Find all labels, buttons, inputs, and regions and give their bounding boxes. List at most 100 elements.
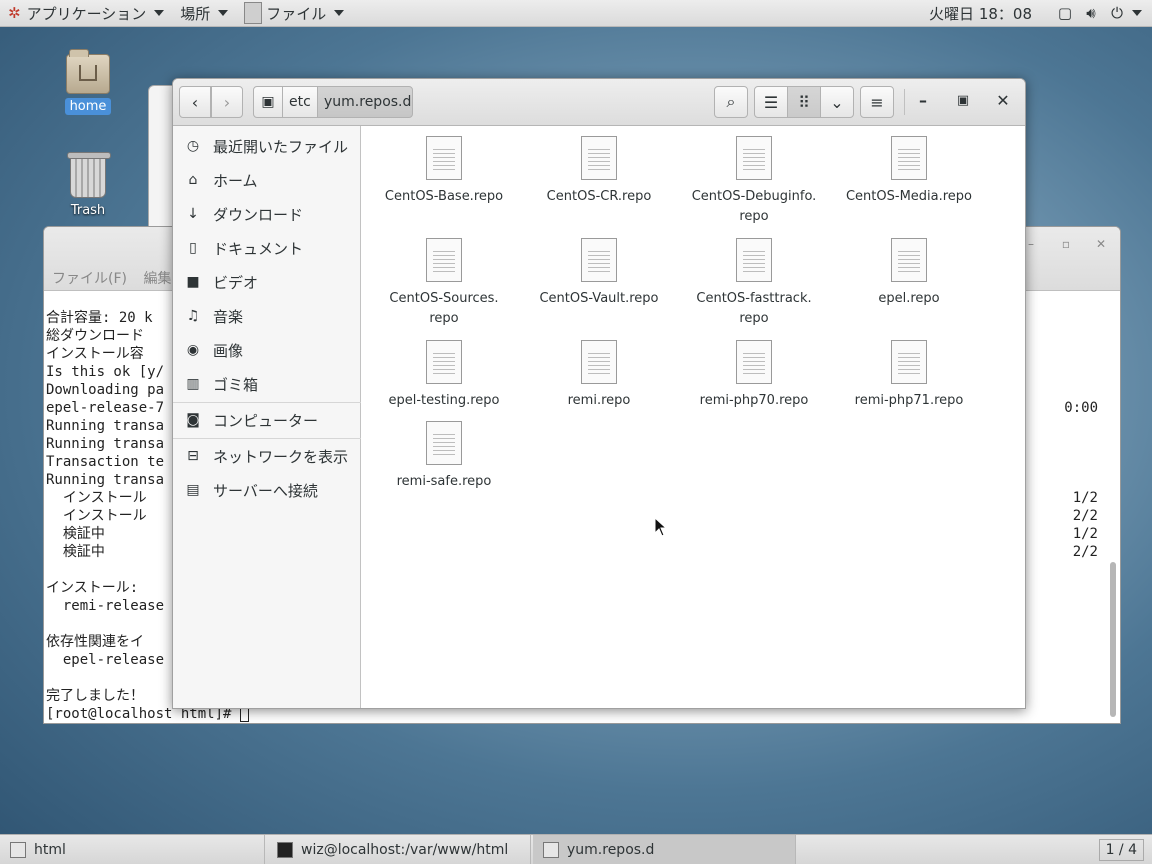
chevron-down-icon	[218, 10, 229, 16]
text-file-icon	[736, 238, 772, 282]
path-segment-current-label: yum.repos.d	[324, 94, 412, 110]
sidebar-item-label: 画像	[213, 341, 244, 360]
applications-menu[interactable]: ✲ アプリケーション	[0, 0, 172, 27]
task-html[interactable]: html	[0, 835, 265, 864]
list-view-icon: ☰	[763, 92, 779, 112]
file-name: remi-php70.repo	[699, 393, 809, 408]
file-manager-headerbar: ‹ › ▣ etc yum.repos.d ⌕ ☰ ⠿ ⌄ ≡ – ▣ ✕	[173, 79, 1025, 126]
file-item[interactable]: CentOS-Base.repo	[369, 136, 519, 207]
chevron-down-icon[interactable]	[1132, 10, 1142, 16]
list-view-button[interactable]: ☰	[754, 86, 788, 118]
clock-icon: ◷	[186, 138, 200, 154]
window-icon	[543, 842, 559, 858]
view-options-button[interactable]: ⌄	[820, 86, 854, 118]
file-item[interactable]: remi.repo	[524, 340, 674, 411]
computer-icon: ◙	[186, 412, 200, 428]
terminal-close-icon[interactable]: ✕	[1096, 237, 1106, 251]
download-icon: ↓	[187, 206, 199, 222]
file-name: CentOS-CR.repo	[546, 189, 652, 204]
text-file-icon	[581, 340, 617, 384]
terminal-progress-3: 1/2	[1072, 526, 1098, 542]
terminal-menu-edit[interactable]: 編集	[143, 271, 171, 287]
sidebar-item-label: サーバーへ接続	[213, 481, 318, 500]
back-button[interactable]: ‹	[179, 86, 211, 118]
terminal-progress-4: 2/2	[1072, 544, 1098, 560]
text-file-icon	[581, 136, 617, 180]
files-app-icon	[244, 2, 263, 24]
home-folder-icon	[66, 49, 110, 94]
sidebar-item-document[interactable]: ▯ ドキュメント	[173, 233, 361, 263]
path-root-button[interactable]: ▣	[253, 86, 283, 118]
sidebar-item-computer[interactable]: ◙ コンピューター	[173, 405, 361, 435]
chevron-right-icon: ›	[223, 92, 231, 112]
sidebar-item-clock[interactable]: ◷ 最近開いたファイル	[173, 131, 361, 161]
file-item[interactable]: CentOS-CR.repo	[524, 136, 674, 207]
sidebar-item-music[interactable]: ♫ 音楽	[173, 301, 361, 331]
sidebar-item-server[interactable]: ▤ サーバーへ接続	[173, 475, 361, 505]
window-icon	[10, 842, 26, 858]
search-button[interactable]: ⌕	[714, 86, 748, 118]
file-item[interactable]: epel.repo	[834, 238, 984, 309]
terminal-scrollbar[interactable]	[1110, 562, 1116, 717]
sidebar-item-label: ドキュメント	[213, 239, 304, 258]
sidebar-item-network[interactable]: ⊟ ネットワークを表示	[173, 441, 361, 471]
trash-icon: ▥	[186, 376, 200, 392]
applications-menu-label: アプリケーション	[26, 4, 147, 23]
terminal-menu-file[interactable]: ファイル(F)	[52, 271, 127, 287]
grid-view-icon: ⠿	[798, 92, 810, 112]
path-segment-current[interactable]: yum.repos.d	[317, 86, 413, 118]
terminal-minimize-icon[interactable]: –	[1028, 237, 1034, 251]
file-item[interactable]: CentOS-Debuginfo. repo	[679, 136, 829, 227]
file-item[interactable]: remi-php71.repo	[834, 340, 984, 411]
document-icon: ▯	[189, 240, 197, 256]
task-terminal[interactable]: wiz@localhost:/var/www/html	[267, 835, 531, 864]
file-item[interactable]: CentOS-Media.repo	[834, 136, 984, 207]
volume-icon[interactable]: 🔊︎	[1078, 4, 1104, 22]
desktop-home-folder[interactable]: home	[53, 49, 123, 115]
terminal-menubar: ファイル(F) 編集	[52, 268, 183, 288]
desktop-trash[interactable]: Trash	[53, 152, 123, 219]
mouse-pointer-icon	[654, 517, 668, 537]
file-item[interactable]: remi-safe.repo	[369, 421, 519, 492]
bottom-taskbar: html wiz@localhost:/var/www/html yum.rep…	[0, 834, 1152, 864]
task-yum-repos[interactable]: yum.repos.d	[533, 835, 796, 864]
sidebar-item-camera[interactable]: ◉ 画像	[173, 335, 361, 365]
menu-button[interactable]: ≡	[860, 86, 894, 118]
text-file-icon	[891, 136, 927, 180]
file-item[interactable]: CentOS-fasttrack. repo	[679, 238, 829, 329]
sidebar-item-home[interactable]: ⌂ ホーム	[173, 165, 361, 195]
app-menu[interactable]: ファイル	[236, 0, 352, 27]
sidebar-item-trash[interactable]: ▥ ゴミ箱	[173, 369, 361, 399]
clock[interactable]: 火曜日 18：08	[929, 3, 1032, 24]
sidebar-item-label: 音楽	[213, 307, 244, 326]
file-item[interactable]: CentOS-Sources. repo	[369, 238, 519, 329]
power-icon[interactable]: ⏻	[1104, 4, 1130, 22]
file-name: epel.repo	[878, 291, 940, 306]
trash-can-icon	[67, 152, 111, 198]
maximize-icon[interactable]: ▣	[951, 93, 975, 115]
file-name: CentOS-fasttrack.	[696, 291, 812, 306]
file-item[interactable]: CentOS-Vault.repo	[524, 238, 674, 309]
text-file-icon	[426, 421, 462, 465]
path-segment-etc[interactable]: etc	[282, 86, 318, 118]
app-menu-label: ファイル	[266, 4, 327, 23]
workspace-pager[interactable]: 1 / 4	[1098, 839, 1144, 861]
file-name: CentOS-Base.repo	[384, 189, 504, 204]
forward-button[interactable]: ›	[211, 86, 243, 118]
file-manager-window[interactable]: ‹ › ▣ etc yum.repos.d ⌕ ☰ ⠿ ⌄ ≡ – ▣ ✕ ◷ 最…	[172, 78, 1026, 709]
desktop-trash-label: Trash	[70, 203, 106, 218]
screen-icon[interactable]: ▢	[1052, 4, 1078, 22]
network-icon: ⊟	[187, 448, 199, 464]
sidebar-item-download[interactable]: ↓ ダウンロード	[173, 199, 361, 229]
file-item[interactable]: remi-php70.repo	[679, 340, 829, 411]
file-item[interactable]: epel-testing.repo	[369, 340, 519, 411]
places-menu[interactable]: 場所	[172, 0, 236, 27]
grid-view-button[interactable]: ⠿	[787, 86, 821, 118]
minimize-icon[interactable]: –	[911, 91, 935, 113]
sidebar-item-label: ネットワークを表示	[213, 447, 349, 466]
sidebar-item-video[interactable]: ■ ビデオ	[173, 267, 361, 297]
close-icon[interactable]: ✕	[991, 91, 1015, 113]
terminal-maximize-icon[interactable]: ▫	[1062, 237, 1070, 251]
sidebar-item-label: ビデオ	[213, 273, 259, 292]
text-file-icon	[426, 136, 462, 180]
